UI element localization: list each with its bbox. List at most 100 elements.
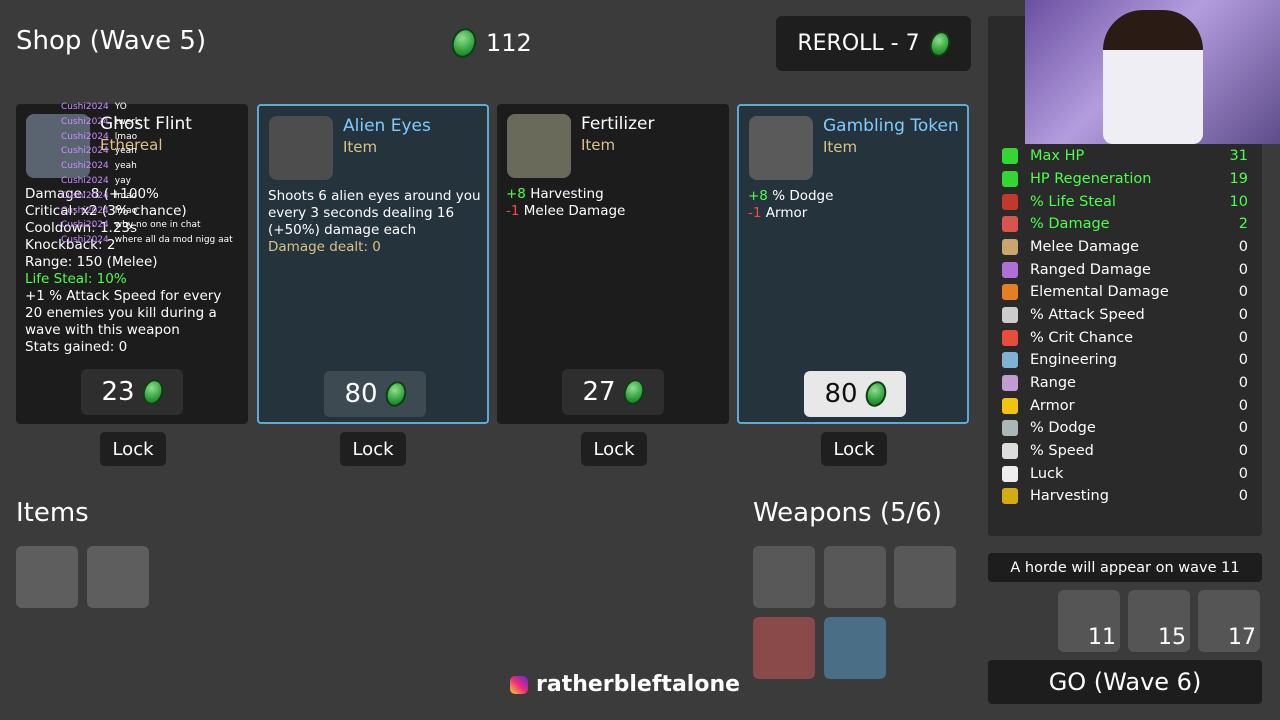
buy-button[interactable]: 80	[324, 371, 426, 417]
card-name: Alien Eyes	[343, 116, 431, 136]
weapons-title: Weapons (5/6)	[753, 498, 942, 528]
card-description: Shoots 6 alien eyes around you every 3 s…	[268, 188, 483, 256]
life-steal-icon	[1002, 194, 1018, 210]
lock-button-card-2[interactable]: Lock	[340, 432, 406, 466]
alien-eyes-icon	[269, 116, 333, 180]
max-hp-icon	[1002, 148, 1018, 164]
chat-message: Cushi2024 lmao	[61, 190, 138, 201]
chat-message: Cushi2024 twerk	[61, 116, 141, 127]
modifier-line: +8 Harvesting	[506, 186, 604, 202]
price-value: 27	[582, 377, 616, 407]
lock-button-card-1[interactable]: Lock	[100, 432, 166, 466]
card-sub: Item	[343, 138, 378, 156]
card-name: Fertilizer	[581, 114, 655, 134]
chat-message: Cushi2024 where all da mod nigg aat	[61, 235, 233, 246]
webcam-overlay	[1025, 0, 1280, 144]
stat-line: Life Steal: 10%	[25, 271, 127, 287]
shop-card-fertilizer[interactable]: Fertilizer Item +8 Harvesting -1 Melee D…	[497, 104, 729, 424]
stat-speed: % Speed 0	[1002, 440, 1248, 462]
buy-button[interactable]: 23	[81, 369, 183, 415]
stat-line: Range: 150 (Melee)	[25, 254, 158, 270]
chat-message: Cushi2024 yeah	[61, 146, 137, 157]
luck-icon	[1002, 466, 1018, 482]
buy-button[interactable]: 80	[804, 371, 906, 417]
streamer-image	[1103, 10, 1203, 144]
stat-attack-speed: % Attack Speed 0	[1002, 304, 1248, 326]
material-icon	[926, 28, 954, 59]
shop-title: Shop (Wave 5)	[16, 26, 207, 56]
weapon-slot-stick-icon[interactable]	[824, 546, 886, 608]
stat-line: Stats gained: 0	[25, 339, 128, 355]
stat-dodge: % Dodge 0	[1002, 417, 1248, 439]
modifier-line: +8 % Dodge	[748, 188, 834, 204]
card-sub: Item	[823, 138, 858, 156]
range-icon	[1002, 375, 1018, 391]
fertilizer-icon	[507, 114, 571, 178]
reroll-button[interactable]: REROLL - 7	[776, 16, 971, 71]
melee-damage-icon	[1002, 239, 1018, 255]
damage-icon	[1002, 216, 1018, 232]
stat-elemental-damage: Elemental Damage 0	[1002, 281, 1248, 303]
stat-ranged-damage: Ranged Damage 0	[1002, 259, 1248, 281]
material-icon	[139, 376, 167, 408]
price-value: 23	[101, 377, 135, 407]
ranged-damage-icon	[1002, 262, 1018, 278]
chat-message: Cushi2024 lmao	[61, 131, 138, 142]
streamer-handle: ratherbleftalone	[510, 672, 740, 697]
weapon-slot-stick-icon[interactable]	[753, 617, 815, 679]
stat-damage: % Damage 2	[1002, 213, 1248, 235]
weapon-slot-stick-icon[interactable]	[753, 546, 815, 608]
price-value: 80	[344, 379, 378, 409]
hp-regeneration-icon	[1002, 171, 1018, 187]
weapon-slot-stick-icon[interactable]	[894, 546, 956, 608]
stat-crit-chance: % Crit Chance 0	[1002, 327, 1248, 349]
stream-chat: Cushi2024 YO Cushi2024 twerk Cushi2024 lmao…	[61, 100, 233, 248]
stat-line: +1 % Attack Speed for every 20 enemies y…	[25, 288, 222, 338]
modifier-line: -1 Armor	[748, 205, 808, 221]
item-effect: Shoots 6 alien eyes around you every 3 s…	[268, 188, 481, 238]
modifier-line: -1 Melee Damage	[506, 203, 626, 219]
engineering-icon	[1002, 352, 1018, 368]
price-value: 80	[824, 379, 858, 409]
stat-melee-damage: Melee Damage 0	[1002, 236, 1248, 258]
stat-luck: Luck 0	[1002, 463, 1248, 485]
attack-speed-icon	[1002, 307, 1018, 323]
reroll-label: REROLL - 7	[797, 31, 920, 56]
enemy-preview-wave-17: 17	[1198, 590, 1260, 652]
shop-card-gambling-token[interactable]: Gambling Token Item +8 % Dodge -1 Armor …	[737, 104, 969, 424]
enemy-preview-wave-11: 11	[1058, 590, 1120, 652]
stat-max-hp: Max HP 31	[1002, 145, 1248, 167]
chat-message: Cushi2024 why no one in chat	[61, 220, 201, 231]
material-icon	[620, 376, 648, 408]
gambling-token-icon	[749, 116, 813, 180]
lock-button-card-3[interactable]: Lock	[581, 432, 647, 466]
shop-card-alien-eyes[interactable]: Alien Eyes Item Shoots 6 alien eyes arou…	[257, 104, 489, 424]
items-title: Items	[16, 498, 89, 528]
harvesting-icon	[1002, 488, 1018, 504]
buy-button[interactable]: 27	[562, 369, 664, 415]
material-icon	[382, 378, 410, 410]
horde-notice: A horde will appear on wave 11	[988, 553, 1262, 582]
instagram-icon	[510, 675, 528, 694]
stat-engineering: Engineering 0	[1002, 349, 1248, 371]
lock-button-card-4[interactable]: Lock	[821, 432, 887, 466]
stat-life-steal: % Life Steal 10	[1002, 191, 1248, 213]
speed-icon	[1002, 443, 1018, 459]
chat-message: Cushi2024 YO	[61, 102, 127, 112]
item-slot-robot-icon[interactable]	[87, 546, 149, 608]
enemy-preview-wave-15: 15	[1128, 590, 1190, 652]
chat-message: Cushi2024 yeah	[61, 161, 137, 172]
dodge-icon	[1002, 420, 1018, 436]
material-icon	[447, 25, 481, 61]
stat-harvesting: Harvesting 0	[1002, 485, 1248, 507]
material-icon	[862, 378, 890, 410]
stat-armor: Armor 0	[1002, 395, 1248, 417]
card-sub: Item	[581, 136, 616, 154]
weapon-slot-stick-icon[interactable]	[824, 617, 886, 679]
go-next-wave-button[interactable]: GO (Wave 6)	[988, 660, 1262, 704]
chat-message: Cushi2024 yay	[61, 175, 131, 186]
materials-value: 112	[486, 29, 532, 57]
materials-counter: 112	[447, 25, 532, 61]
card-description: +8 Harvesting -1 Melee Damage	[506, 186, 721, 220]
item-slot-mask-icon[interactable]	[16, 546, 78, 608]
